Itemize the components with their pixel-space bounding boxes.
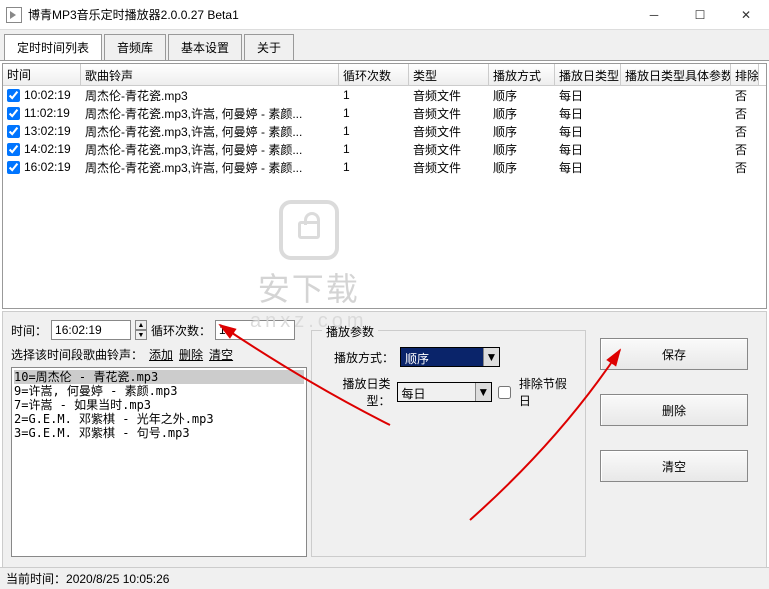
col-type[interactable]: 类型 [409,64,489,85]
play-day-value: 每日 [398,383,475,401]
play-day-combo[interactable]: 每日 ▼ [397,382,492,402]
row-checkbox[interactable] [7,125,20,138]
cell-mode: 顺序 [489,159,555,176]
list-item[interactable]: 9=许嵩, 何曼婷 - 素颜.mp3 [14,384,304,398]
close-button[interactable]: ✕ [723,0,769,30]
row-checkbox[interactable] [7,161,20,174]
col-mode[interactable]: 播放方式 [489,64,555,85]
status-time: 2020/8/25 10:05:26 [66,572,169,586]
table-header: 时间 歌曲铃声 循环次数 类型 播放方式 播放日类型 播放日类型具体参数 排除 [3,64,766,86]
table-row[interactable]: 16:02:19周杰伦-青花瓷.mp3,许嵩, 何曼婷 - 素颜...1音频文件… [3,158,766,176]
schedule-table[interactable]: 时间 歌曲铃声 循环次数 类型 播放方式 播放日类型 播放日类型具体参数 排除 … [2,63,767,309]
time-label: 时间： [11,322,47,339]
cell-day: 每日 [555,87,621,104]
row-checkbox[interactable] [7,89,20,102]
col-song[interactable]: 歌曲铃声 [81,64,339,85]
cell-day: 每日 [555,159,621,176]
list-item[interactable]: 3=G.E.M. 邓紫棋 - 句号.mp3 [14,426,304,440]
loop-label: 循环次数： [151,322,211,339]
exclude-holiday-checkbox[interactable] [498,386,511,399]
cell-loop: 1 [339,142,409,156]
play-params-label: 播放参数 [322,323,378,340]
tab-settings[interactable]: 基本设置 [168,34,242,60]
cell-exc: 否 [731,159,759,176]
clear-button[interactable]: 清空 [600,450,748,482]
cell-song: 周杰伦-青花瓷.mp3,许嵩, 何曼婷 - 素颜... [81,123,339,140]
cell-mode: 顺序 [489,123,555,140]
cell-type: 音频文件 [409,105,489,122]
cell-mode: 顺序 [489,87,555,104]
select-songs-label: 选择该时间段歌曲铃声： [11,346,143,363]
tab-bar: 定时时间列表 音频库 基本设置 关于 [0,30,769,61]
cell-mode: 顺序 [489,105,555,122]
cell-type: 音频文件 [409,159,489,176]
window-title: 博青MP3音乐定时播放器2.0.0.27 Beta1 [28,6,631,23]
add-link[interactable]: 添加 [149,346,173,363]
col-loop[interactable]: 循环次数 [339,64,409,85]
cell-song: 周杰伦-青花瓷.mp3,许嵩, 何曼婷 - 素颜... [81,141,339,158]
col-time[interactable]: 时间 [3,64,81,85]
delete-button[interactable]: 删除 [600,394,748,426]
status-bar: 当前时间： 2020/8/25 10:05:26 [0,567,769,589]
col-exclude[interactable]: 排除 [731,64,759,85]
row-checkbox[interactable] [7,107,20,120]
cell-exc: 否 [731,123,759,140]
status-label: 当前时间： [6,570,66,587]
play-mode-value: 顺序 [401,348,483,366]
tab-schedule[interactable]: 定时时间列表 [4,34,102,60]
cell-day: 每日 [555,105,621,122]
delete-link[interactable]: 删除 [179,346,203,363]
dropdown-icon: ▼ [483,348,499,366]
cell-exc: 否 [731,141,759,158]
cell-song: 周杰伦-青花瓷.mp3 [81,87,339,104]
app-icon [6,7,22,23]
table-row[interactable]: 13:02:19周杰伦-青花瓷.mp3,许嵩, 何曼婷 - 素颜...1音频文件… [3,122,766,140]
cell-type: 音频文件 [409,123,489,140]
cell-type: 音频文件 [409,141,489,158]
row-checkbox[interactable] [7,143,20,156]
col-day[interactable]: 播放日类型 [555,64,621,85]
play-day-label: 播放日类型： [322,375,391,409]
tab-audio-lib[interactable]: 音频库 [104,34,166,60]
dropdown-icon: ▼ [475,383,491,401]
title-bar: 博青MP3音乐定时播放器2.0.0.27 Beta1 ─ ☐ ✕ [0,0,769,30]
play-mode-label: 播放方式： [322,349,394,366]
cell-song: 周杰伦-青花瓷.mp3,许嵩, 何曼婷 - 素颜... [81,105,339,122]
cell-type: 音频文件 [409,87,489,104]
cell-day: 每日 [555,123,621,140]
col-param[interactable]: 播放日类型具体参数 [621,64,731,85]
maximize-button[interactable]: ☐ [677,0,723,30]
list-item[interactable]: 7=许嵩 - 如果当时.mp3 [14,398,304,412]
list-item[interactable]: 10=周杰伦 - 青花瓷.mp3 [14,370,304,384]
play-params-group: 播放参数 播放方式： 顺序 ▼ 播放日类型： 每日 ▼ 排除节假日 [311,330,586,557]
song-listbox[interactable]: 10=周杰伦 - 青花瓷.mp39=许嵩, 何曼婷 - 素颜.mp37=许嵩 -… [11,367,307,557]
cell-loop: 1 [339,160,409,174]
list-item[interactable]: 2=G.E.M. 邓紫棋 - 光年之外.mp3 [14,412,304,426]
tab-about[interactable]: 关于 [244,34,294,60]
cell-song: 周杰伦-青花瓷.mp3,许嵩, 何曼婷 - 素颜... [81,159,339,176]
loop-input[interactable] [215,320,295,340]
clear-link[interactable]: 清空 [209,346,233,363]
exclude-holiday-label: 排除节假日 [519,375,575,409]
table-row[interactable]: 14:02:19周杰伦-青花瓷.mp3,许嵩, 何曼婷 - 素颜...1音频文件… [3,140,766,158]
minimize-button[interactable]: ─ [631,0,677,30]
cell-exc: 否 [731,87,759,104]
cell-exc: 否 [731,105,759,122]
cell-mode: 顺序 [489,141,555,158]
play-mode-combo[interactable]: 顺序 ▼ [400,347,500,367]
time-spinner[interactable]: ▲▼ [135,320,147,340]
cell-day: 每日 [555,141,621,158]
cell-loop: 1 [339,88,409,102]
save-button[interactable]: 保存 [600,338,748,370]
table-row[interactable]: 10:02:19周杰伦-青花瓷.mp31音频文件顺序每日否 [3,86,766,104]
cell-loop: 1 [339,106,409,120]
cell-loop: 1 [339,124,409,138]
time-input[interactable] [51,320,131,340]
table-row[interactable]: 11:02:19周杰伦-青花瓷.mp3,许嵩, 何曼婷 - 素颜...1音频文件… [3,104,766,122]
